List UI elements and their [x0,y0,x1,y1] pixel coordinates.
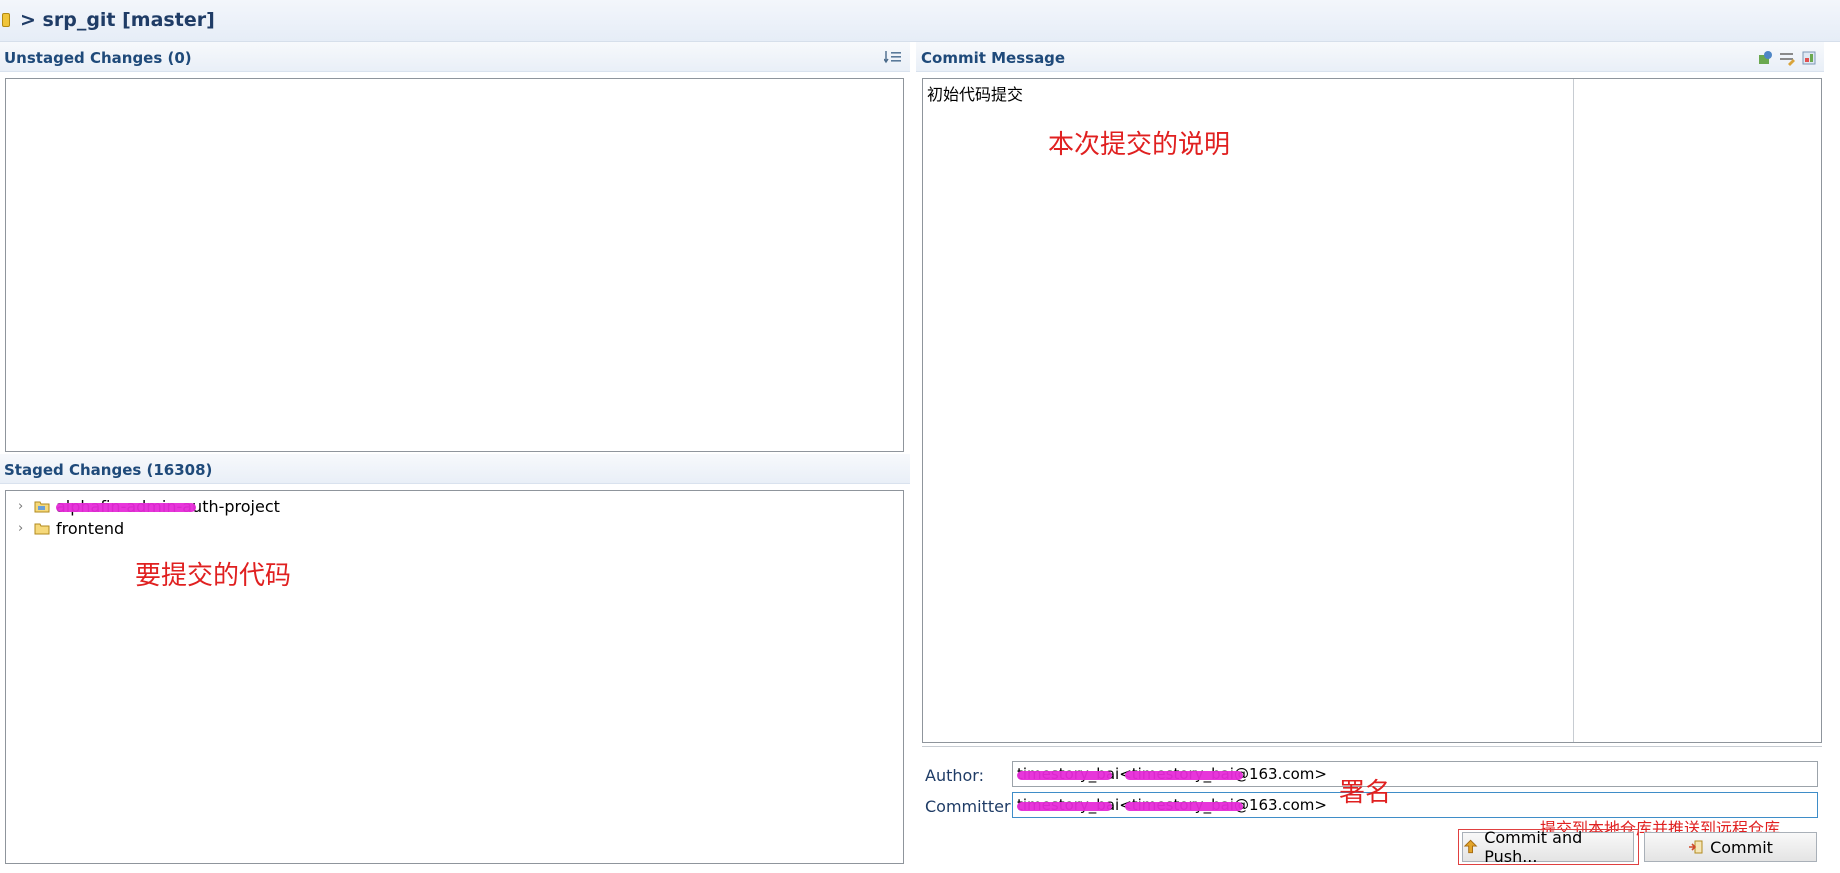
committer-label: Committer: [925,797,1016,816]
unstaged-changes-list[interactable] [5,78,904,452]
repository-icon [2,13,10,27]
staged-changes-list[interactable]: › alphafin-admin-auth-project › frontend… [5,490,904,864]
chevron-right-icon[interactable]: › [18,521,32,536]
sign-off-icon[interactable] [1757,50,1773,66]
project-folder-icon [34,500,50,513]
tree-item[interactable]: › alphafin-admin-auth-project [18,495,280,517]
redaction-mark [56,502,196,512]
page-title: > srp_git [master] [20,9,215,31]
redaction-mark [1125,802,1243,811]
separator [922,746,1822,747]
commit-message-title: Commit Message [921,49,1066,67]
tree-item-label: alphafin-admin-auth-project [56,497,280,516]
commit-message-annotation: 本次提交的说明 [1048,130,1231,160]
edit-icon[interactable] [1779,50,1795,66]
unstaged-changes-header: Unstaged Changes (0) [0,42,910,72]
commit-message-header: Commit Message [916,42,1824,72]
commit-push-icon [1463,839,1478,854]
author-label: Author: [925,766,984,785]
unstaged-changes-title: Unstaged Changes (0) [4,49,192,67]
tree-item[interactable]: › frontend [18,517,124,539]
commit-and-push-button[interactable]: Commit and Push... [1462,828,1634,866]
chevron-right-icon[interactable]: › [18,499,32,514]
redaction-mark [1125,771,1243,780]
change-id-icon[interactable] [1801,50,1817,66]
tree-item-label: frontend [56,518,125,538]
commit-button[interactable]: Commit [1644,832,1817,862]
staged-annotation: 要提交的代码 [135,561,292,591]
sort-list-icon[interactable] [883,49,902,70]
commit-message-editor[interactable]: 初始代码提交 本次提交的说明 [922,78,1822,743]
title-bar: > srp_git [master] [0,0,1840,42]
commit-and-push-label: Commit and Push... [1484,828,1583,866]
author-field[interactable]: timestory_bai<timestory_bai@163.com> [1012,761,1818,787]
redaction-mark [1017,802,1112,811]
commit-label: Commit [1710,837,1773,857]
signature-annotation: 署名 [1339,778,1392,808]
commit-message-text: 初始代码提交 [927,85,1024,104]
staged-changes-header: Staged Changes (16308) [0,454,910,484]
staged-changes-title: Staged Changes (16308) [4,461,213,479]
folder-icon [34,522,50,535]
redaction-mark [1017,771,1112,780]
ruler-line [1573,79,1574,742]
commit-icon [1689,840,1703,854]
